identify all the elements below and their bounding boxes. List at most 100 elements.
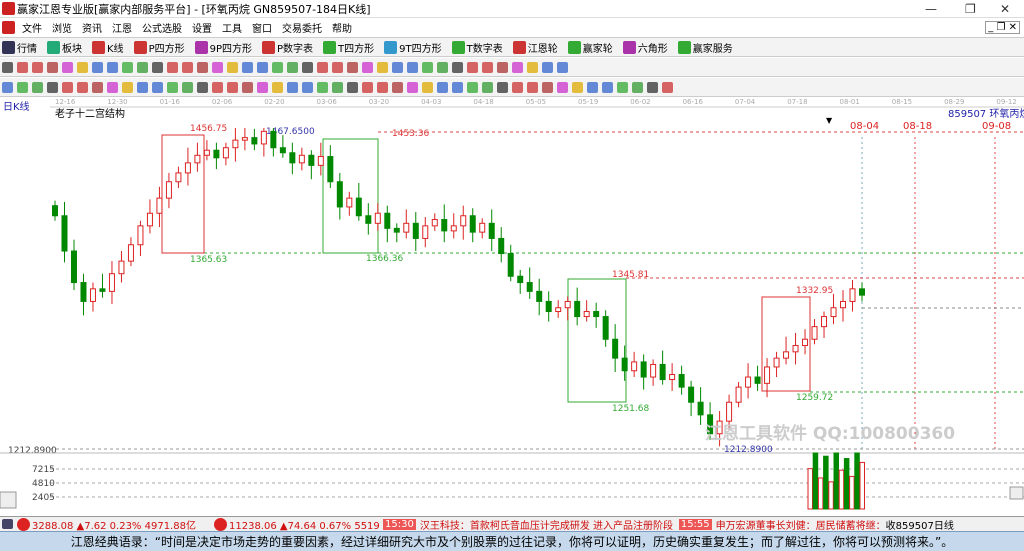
toolbar-button[interactable]: 六角形	[621, 40, 668, 55]
tool-icon[interactable]	[437, 81, 448, 93]
candle-body[interactable]	[70, 250, 77, 284]
tool-icon[interactable]	[32, 61, 43, 73]
news-item[interactable]: 申万宏源董事长刘健：居民储蓄将继：	[716, 517, 886, 532]
tool-icon[interactable]	[287, 61, 298, 73]
tool-icon[interactable]	[137, 61, 148, 73]
tool-icon[interactable]	[212, 81, 223, 93]
tool-icon[interactable]	[497, 61, 508, 73]
tool-icon[interactable]	[227, 61, 238, 73]
tool-icon[interactable]	[272, 61, 283, 73]
candle-body[interactable]	[507, 253, 514, 277]
tool-icon[interactable]	[197, 81, 208, 93]
tool-icon[interactable]	[302, 61, 313, 73]
candle-body[interactable]	[80, 282, 87, 302]
candle-body[interactable]	[545, 300, 552, 313]
tool-icon[interactable]	[587, 81, 598, 93]
candle-body[interactable]	[156, 197, 163, 214]
candle-body[interactable]	[517, 275, 524, 284]
candle-body[interactable]	[783, 351, 790, 359]
minimize-button[interactable]: —	[925, 2, 937, 16]
toolbar-button[interactable]: T数字表	[450, 40, 503, 55]
candle-body[interactable]	[574, 300, 581, 318]
tool-icon[interactable]	[332, 61, 343, 73]
candle-body[interactable]	[735, 386, 742, 403]
tool-icon[interactable]	[392, 81, 403, 93]
candle-body[interactable]	[431, 219, 438, 227]
kline-chart[interactable]: 12-16 12-30 01-16 02-06 02-20 03-06 03-20 04-03…	[0, 97, 1024, 516]
tool-icon[interactable]	[62, 81, 73, 93]
tool-icon[interactable]	[662, 81, 673, 93]
candle-body[interactable]	[773, 357, 780, 368]
candle-body[interactable]	[127, 244, 134, 262]
candle-body[interactable]	[146, 212, 153, 227]
tool-icon[interactable]	[17, 61, 28, 73]
candle-body[interactable]	[659, 363, 666, 381]
tool-icon[interactable]	[557, 61, 568, 73]
tool-icon[interactable]	[137, 81, 148, 93]
candle-body[interactable]	[792, 345, 799, 353]
tool-icon[interactable]	[407, 61, 418, 73]
candle-body[interactable]	[602, 316, 609, 340]
toolbar-button[interactable]: 9T四方形	[382, 40, 442, 55]
toolbar-button[interactable]: T四方形	[321, 40, 374, 55]
tool-icon[interactable]	[2, 81, 13, 93]
toolbar-button[interactable]: 行情	[0, 40, 37, 55]
tool-icon[interactable]	[377, 81, 388, 93]
candle-body[interactable]	[849, 288, 856, 302]
candle-body[interactable]	[279, 147, 286, 154]
candle-body[interactable]	[764, 366, 771, 384]
candle-body[interactable]	[108, 273, 115, 292]
candle-body[interactable]	[593, 311, 600, 318]
menu-item[interactable]: 江恩	[112, 24, 132, 35]
menu-item[interactable]: 帮助	[332, 24, 352, 35]
candle-body[interactable]	[137, 225, 144, 246]
candle-body[interactable]	[745, 376, 752, 388]
maximize-button[interactable]: ❐	[965, 2, 976, 16]
candle-body[interactable]	[222, 147, 229, 159]
candle-body[interactable]	[298, 154, 305, 164]
tool-icon[interactable]	[107, 61, 118, 73]
candle-body[interactable]	[840, 300, 847, 309]
tool-icon[interactable]	[317, 61, 328, 73]
tool-icon[interactable]	[47, 61, 58, 73]
tool-icon[interactable]	[242, 61, 253, 73]
candle-body[interactable]	[384, 212, 391, 229]
tool-icon[interactable]	[572, 81, 583, 93]
candle-body[interactable]	[270, 130, 277, 149]
candle-body[interactable]	[118, 260, 125, 275]
candle-body[interactable]	[450, 225, 457, 232]
candle-body[interactable]	[89, 288, 96, 302]
candle-body[interactable]	[811, 326, 818, 340]
dropdown-icon[interactable]: ▼	[826, 116, 833, 125]
candle-body[interactable]	[403, 222, 410, 233]
candle-body[interactable]	[564, 300, 571, 309]
candle-body[interactable]	[640, 361, 647, 378]
candle-body[interactable]	[678, 374, 685, 388]
candle-body[interactable]	[99, 288, 106, 292]
tool-icon[interactable]	[287, 81, 298, 93]
candle-body[interactable]	[555, 307, 562, 313]
candle-body[interactable]	[365, 215, 372, 224]
candle-body[interactable]	[441, 219, 448, 232]
tool-icon[interactable]	[542, 81, 553, 93]
tool-icon[interactable]	[512, 61, 523, 73]
menu-item[interactable]: 公式选股	[142, 24, 182, 35]
tool-icon[interactable]	[542, 61, 553, 73]
tool-icon[interactable]	[392, 61, 403, 73]
candle-body[interactable]	[251, 137, 258, 145]
candle-body[interactable]	[194, 154, 201, 164]
calculator-icon[interactable]	[2, 519, 13, 529]
candle-body[interactable]	[184, 162, 191, 174]
menu-item[interactable]: 工具	[222, 24, 242, 35]
tool-icon[interactable]	[272, 81, 283, 93]
menu-item[interactable]: 文件	[22, 24, 42, 35]
candle-body[interactable]	[460, 215, 467, 227]
tool-icon[interactable]	[332, 81, 343, 93]
candle-body[interactable]	[232, 139, 239, 149]
candle-body[interactable]	[393, 227, 400, 233]
tool-icon[interactable]	[17, 81, 28, 93]
toolbar-button[interactable]: 江恩轮	[511, 40, 558, 55]
toolbar-button[interactable]: P四方形	[132, 40, 185, 55]
tool-icon[interactable]	[107, 81, 118, 93]
candle-body[interactable]	[536, 290, 543, 302]
